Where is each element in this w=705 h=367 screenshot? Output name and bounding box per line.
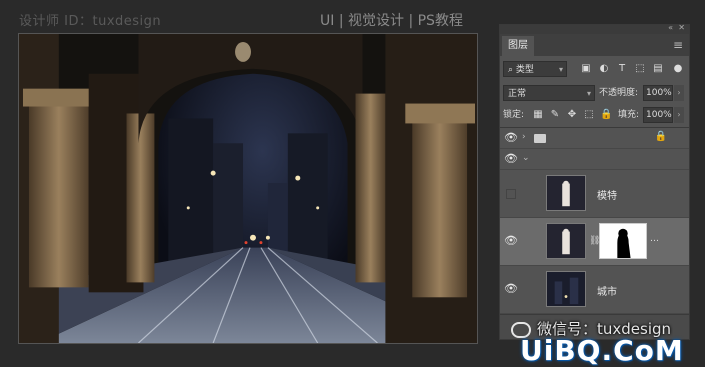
eye-icon[interactable]: 👁 — [504, 132, 518, 143]
panel-topbar: « ✕ — [500, 23, 689, 34]
lock-label: 锁定: — [503, 110, 525, 120]
opacity-input[interactable]: 100% — [643, 85, 673, 101]
eye-icon[interactable]: 👁 — [504, 153, 518, 164]
layer-thumbnail — [546, 271, 586, 307]
layer-group-open[interactable]: 👁 ⌄ — [500, 149, 689, 170]
layer-thumbnail — [546, 175, 586, 211]
series-watermark: UI | 视觉设计 | PS教程 — [320, 13, 463, 29]
lock-all-icon[interactable]: 🔒 — [600, 108, 612, 122]
fill-label: 填充: — [618, 110, 640, 120]
search-icon: ⌕ — [508, 65, 514, 75]
designer-id-watermark: 设计师 ID：tuxdesign — [19, 14, 162, 29]
close-icon[interactable]: ✕ — [678, 23, 685, 32]
eye-icon[interactable]: 👁 — [504, 235, 518, 246]
pixel-filter-icon[interactable]: ▣ — [580, 63, 592, 75]
layer-name: 模特 — [597, 191, 617, 202]
panel-tabbar: 图层 ≡ — [500, 34, 689, 56]
layer-masked-selected[interactable]: 👁 ⛓ … — [500, 218, 689, 266]
blend-mode-value: 正常 — [508, 89, 527, 99]
site-watermark: UiBQ.CoM — [520, 334, 684, 367]
panel-menu-icon[interactable]: ≡ — [673, 38, 683, 52]
chevron-down-icon: ▾ — [558, 65, 563, 74]
chevron-down-icon[interactable]: ⌄ — [522, 153, 530, 163]
opacity-label: 不透明度: — [599, 88, 639, 98]
layer-thumbnail — [546, 223, 586, 259]
shape-filter-icon[interactable]: ⬚ — [634, 63, 646, 75]
chevron-down-icon: ▾ — [586, 89, 591, 98]
collapse-icon[interactable]: « — [668, 23, 673, 32]
fill-chevron-icon[interactable]: › — [674, 107, 684, 123]
eye-icon[interactable]: 👁 — [504, 283, 518, 294]
filter-row: ⌕ 类型 ▾ ▣ ◐ T ⬚ ▤ ● — [500, 58, 689, 82]
more-icon: … — [650, 234, 659, 244]
layer-group-locked[interactable]: 👁 › 🔒 — [500, 128, 689, 149]
adjustment-filter-icon[interactable]: ◐ — [598, 63, 610, 75]
layer-model[interactable]: 模特 — [500, 170, 689, 218]
visibility-toggle[interactable] — [506, 189, 516, 199]
tab-layers[interactable]: 图层 — [502, 36, 534, 56]
layer-name: 城市 — [597, 287, 617, 298]
blend-row: 正常 ▾ 不透明度: 100% › — [500, 83, 689, 105]
chevron-right-icon[interactable]: › — [522, 132, 526, 142]
document-canvas[interactable] — [18, 33, 478, 344]
lock-row: 锁定: ▦ ✎ ✥ ⬚ 🔒 填充: 100% › — [500, 105, 689, 128]
lock-transparent-icon[interactable]: ▦ — [532, 108, 544, 122]
smart-object-filter-icon[interactable]: ▤ — [652, 63, 664, 75]
layer-mask-thumbnail[interactable] — [599, 223, 647, 259]
folder-icon — [534, 134, 546, 143]
canvas-image — [19, 34, 477, 343]
filter-toggle-icon[interactable]: ● — [672, 63, 684, 75]
lock-position-icon[interactable]: ✥ — [566, 108, 578, 122]
opacity-chevron-icon[interactable]: › — [674, 85, 684, 101]
layer-city[interactable]: 👁 城市 — [500, 266, 689, 314]
lock-icon: 🔒 — [654, 131, 667, 142]
lock-pixels-icon[interactable]: ✎ — [549, 108, 561, 122]
blend-mode-select[interactable]: 正常 ▾ — [503, 85, 595, 101]
lock-artboard-icon[interactable]: ⬚ — [583, 108, 595, 122]
layers-panel: « ✕ 图层 ≡ ⌕ 类型 ▾ ▣ ◐ T ⬚ ▤ ● 正常 ▾ 不透明度: 1… — [499, 23, 690, 340]
filter-kind-label: 类型 — [515, 65, 534, 75]
fill-input[interactable]: 100% — [643, 107, 673, 123]
filter-kind-select[interactable]: ⌕ 类型 ▾ — [503, 61, 567, 77]
type-filter-icon[interactable]: T — [616, 63, 628, 75]
layers-list: 👁 › 🔒 👁 ⌄ 模特 👁 ⛓ … 👁 城市 — [500, 128, 689, 314]
